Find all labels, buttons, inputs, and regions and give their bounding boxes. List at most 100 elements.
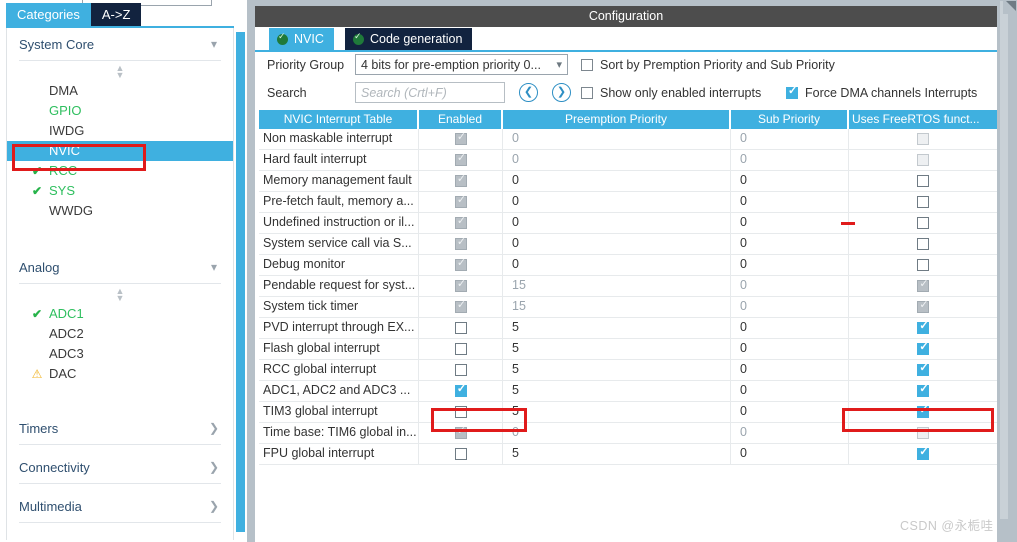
cell-preemption-priority[interactable]: 0	[503, 150, 731, 170]
cell-preemption-priority[interactable]: 0	[503, 234, 731, 254]
chevron-right-icon[interactable]: ❯	[207, 460, 221, 474]
show-only-enabled-checkbox[interactable]: Show only enabled interrupts	[581, 86, 761, 100]
freertos-checkbox[interactable]	[917, 382, 930, 397]
cell-uses-freertos[interactable]	[849, 129, 997, 149]
enabled-checkbox[interactable]	[454, 277, 468, 292]
cell-enabled[interactable]	[419, 444, 503, 464]
column-header-enabled[interactable]: Enabled	[419, 110, 503, 129]
sidebar-item-adc3[interactable]: ADC3	[19, 344, 221, 364]
table-row[interactable]: FPU global interrupt 5 0	[259, 444, 997, 465]
cell-preemption-priority[interactable]: 5	[503, 339, 731, 359]
scroll-spinner-icon[interactable]: ▲ ▼	[19, 64, 221, 80]
chevron-down-icon[interactable]: ▾	[207, 260, 221, 274]
sidebar-item-iwdg[interactable]: IWDG	[19, 121, 221, 141]
cell-sub-priority[interactable]: 0	[731, 129, 849, 149]
cell-preemption-priority[interactable]: 0	[503, 255, 731, 275]
cell-uses-freertos[interactable]	[849, 255, 997, 275]
priority-group-select[interactable]: 4 bits for pre-emption priority 0... ▾	[355, 54, 568, 75]
sidebar-item-dac[interactable]: ⚠ DAC	[19, 364, 221, 384]
enabled-checkbox[interactable]	[454, 235, 468, 250]
cell-preemption-priority[interactable]: 0	[503, 129, 731, 149]
column-header-name[interactable]: NVIC Interrupt Table	[259, 110, 419, 129]
cell-preemption-priority[interactable]: 15	[503, 276, 731, 296]
enabled-checkbox[interactable]	[454, 151, 468, 166]
column-header-preemption[interactable]: Preemption Priority	[503, 110, 731, 129]
cell-enabled[interactable]	[419, 213, 503, 233]
chevron-right-icon[interactable]: ❯	[207, 421, 221, 435]
cell-preemption-priority[interactable]: 0	[503, 171, 731, 191]
enabled-checkbox[interactable]	[454, 214, 468, 229]
enabled-checkbox[interactable]	[454, 130, 468, 145]
cell-preemption-priority[interactable]: 0	[503, 423, 731, 443]
cell-uses-freertos[interactable]	[849, 171, 997, 191]
freertos-checkbox[interactable]	[917, 238, 929, 250]
cell-enabled[interactable]	[419, 129, 503, 149]
cell-enabled[interactable]	[419, 192, 503, 212]
cell-sub-priority[interactable]: 0	[731, 339, 849, 359]
sidebar-item-adc1[interactable]: ✔ ADC1	[19, 304, 221, 324]
table-row[interactable]: Flash global interrupt 5 0	[259, 339, 997, 360]
freertos-checkbox[interactable]	[917, 361, 930, 376]
tab-a-to-z[interactable]: A->Z	[90, 3, 142, 26]
chevron-down-icon[interactable]: ▾	[207, 37, 221, 51]
sidebar-item-wwdg[interactable]: WWDG	[19, 201, 221, 221]
table-row[interactable]: Hard fault interrupt 00	[259, 150, 997, 171]
cell-sub-priority[interactable]: 0	[731, 402, 849, 422]
cell-sub-priority[interactable]: 0	[731, 360, 849, 380]
cell-sub-priority[interactable]: 0	[731, 150, 849, 170]
cell-sub-priority[interactable]: 0	[731, 444, 849, 464]
cell-enabled[interactable]	[419, 255, 503, 275]
freertos-checkbox[interactable]	[917, 427, 929, 439]
sort-by-preemption-checkbox[interactable]: Sort by Premption Priority and Sub Prior…	[581, 58, 835, 72]
sidebar-item-nvic[interactable]: NVIC	[7, 141, 233, 161]
table-row[interactable]: Debug monitor 00	[259, 255, 997, 276]
enabled-checkbox[interactable]	[454, 424, 468, 439]
cell-uses-freertos[interactable]	[849, 339, 997, 359]
cell-preemption-priority[interactable]: 15	[503, 297, 731, 317]
column-header-freertos[interactable]: Uses FreeRTOS funct...	[849, 110, 997, 129]
cell-uses-freertos[interactable]	[849, 276, 997, 296]
cell-sub-priority[interactable]: 0	[731, 276, 849, 296]
cell-sub-priority[interactable]: 0	[731, 255, 849, 275]
enabled-checkbox[interactable]	[454, 322, 467, 334]
freertos-checkbox[interactable]	[917, 403, 930, 418]
cell-preemption-priority[interactable]: 5	[503, 381, 731, 401]
freertos-checkbox[interactable]	[917, 445, 930, 460]
enabled-checkbox[interactable]	[454, 172, 468, 187]
browser-scrollbar-thumb[interactable]	[236, 32, 245, 532]
cell-sub-priority[interactable]: 0	[731, 423, 849, 443]
sidebar-item-gpio[interactable]: GPIO	[19, 101, 221, 121]
cell-uses-freertos[interactable]	[849, 381, 997, 401]
table-row[interactable]: PVD interrupt through EX... 5 0	[259, 318, 997, 339]
cell-sub-priority[interactable]: 0	[731, 192, 849, 212]
scroll-spinner-icon[interactable]: ▲ ▼	[19, 287, 221, 303]
cell-enabled[interactable]	[419, 297, 503, 317]
cell-preemption-priority[interactable]: 5	[503, 444, 731, 464]
cell-uses-freertos[interactable]	[849, 150, 997, 170]
sidebar-item-sys[interactable]: ✔ SYS	[19, 181, 221, 201]
resize-corner-icon[interactable]	[1003, 0, 1017, 14]
enabled-checkbox[interactable]	[454, 298, 468, 313]
cell-uses-freertos[interactable]	[849, 444, 997, 464]
cell-enabled[interactable]	[419, 234, 503, 254]
freertos-checkbox[interactable]	[917, 298, 930, 313]
force-dma-channels-checkbox[interactable]: Force DMA channels Interrupts	[786, 84, 977, 100]
tab-code-generation[interactable]: Code generation	[345, 28, 473, 50]
tab-nvic[interactable]: NVIC	[269, 28, 334, 50]
cell-uses-freertos[interactable]	[849, 297, 997, 317]
cell-uses-freertos[interactable]	[849, 318, 997, 338]
table-row[interactable]: Pendable request for syst... 150	[259, 276, 997, 297]
cell-enabled[interactable]	[419, 150, 503, 170]
freertos-checkbox[interactable]	[917, 277, 930, 292]
cell-sub-priority[interactable]: 0	[731, 234, 849, 254]
table-row[interactable]: System service call via S... 00	[259, 234, 997, 255]
cell-enabled[interactable]	[419, 381, 503, 401]
enabled-checkbox[interactable]	[454, 343, 467, 355]
chevron-right-circle-icon[interactable]: ❯	[552, 83, 571, 102]
table-row[interactable]: Undefined instruction or il... 00	[259, 213, 997, 234]
cell-enabled[interactable]	[419, 339, 503, 359]
group-header-timers[interactable]: Timers ❯	[19, 412, 221, 444]
group-header-connectivity[interactable]: Connectivity ❯	[19, 451, 221, 483]
freertos-checkbox[interactable]	[917, 196, 929, 208]
freertos-checkbox[interactable]	[917, 175, 929, 187]
